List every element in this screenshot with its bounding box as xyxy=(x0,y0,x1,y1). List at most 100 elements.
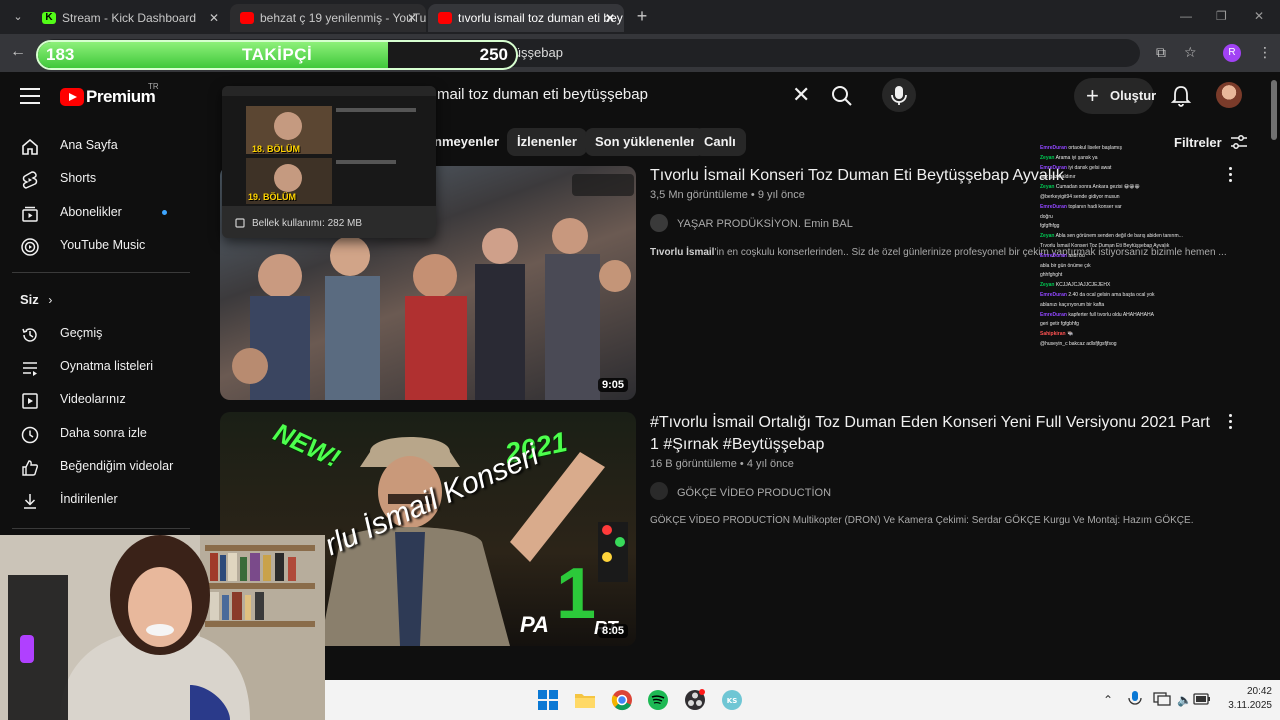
microphone-tray-icon[interactable] xyxy=(1127,690,1143,708)
chat-text: abla bir gün önüme çık xyxy=(1040,262,1091,269)
chip-live[interactable]: Canlı xyxy=(694,128,746,156)
channel-name[interactable]: GÖKÇE VİDEO PRODUCTİON xyxy=(677,487,831,499)
file-explorer-icon[interactable] xyxy=(574,689,596,711)
chip-recently-uploaded[interactable]: Son yüklenenler xyxy=(585,128,706,156)
chip-unwatched[interactable]: nmeyenler xyxy=(430,128,509,156)
tab-preview-screenshot: 18. BÖLÜM 19. BÖLÜM xyxy=(222,86,436,206)
chat-message: Zeyan Arama iyi şansk ya xyxy=(1040,155,1098,161)
network-icon[interactable] xyxy=(1153,691,1171,707)
sidebar-item-your-videos[interactable]: Videolarınız xyxy=(12,383,202,417)
chat-text: Arama iyi şansk ya xyxy=(1055,154,1098,161)
close-window-icon[interactable]: ✕ xyxy=(1254,9,1264,23)
chat-message: geri getir fgfgbhfg xyxy=(1040,321,1079,327)
sidebar-item-home[interactable]: Ana Sayfa xyxy=(12,129,202,163)
taskbar-clock[interactable]: 20:42 3.11.2025 xyxy=(1228,685,1272,713)
sidebar-divider xyxy=(12,272,190,273)
chat-username: EmreDuran xyxy=(1040,292,1067,298)
chip-watched[interactable]: İzlenenler xyxy=(507,128,587,156)
back-arrow-icon[interactable]: ← xyxy=(10,43,26,61)
clear-search-icon[interactable]: ✕ xyxy=(792,82,810,108)
browser-menu-icon[interactable]: ⋮ xyxy=(1258,44,1272,61)
tab-tivorlu-youtube[interactable]: tıvorlu ismail toz duman eti bey ✕ xyxy=(428,4,624,32)
chat-text: Cumadan sonra Ankara gezisi 😀😀😀 xyxy=(1055,184,1140,191)
minimize-icon[interactable]: — xyxy=(1180,9,1192,23)
chat-text: toplanın hadi konser var xyxy=(1068,203,1122,210)
filters-button[interactable]: Filtreler xyxy=(1174,135,1248,150)
scrollbar-thumb[interactable] xyxy=(1271,80,1277,140)
chrome-icon[interactable] xyxy=(611,689,633,711)
sidebar-item-shorts[interactable]: Shorts xyxy=(12,162,202,196)
bookmark-star-icon[interactable]: ☆ xyxy=(1184,44,1197,61)
sidebar-item-label: Geçmiş xyxy=(60,326,103,340)
sidebar-item-youtube-music[interactable]: YouTube Music xyxy=(12,229,202,263)
search-icon[interactable] xyxy=(830,84,854,108)
logo-text: Premium xyxy=(86,87,156,106)
show-hidden-icons-chevron-icon[interactable]: ⌃ xyxy=(1103,693,1113,707)
channel-avatar[interactable] xyxy=(650,214,668,232)
video-views: 16 B görüntüleme xyxy=(650,458,737,470)
chat-text: Abla sen görünem senden değil de barış a… xyxy=(1055,233,1183,240)
video-title[interactable]: #Tıvorlu İsmail Ortalığı Toz Duman Eden … xyxy=(650,412,1210,456)
sidebar-you-heading[interactable]: Siz › xyxy=(20,292,52,307)
page-scrollbar[interactable] xyxy=(1268,72,1280,680)
user-avatar[interactable] xyxy=(1216,82,1242,108)
chat-message: Tıvorlu İsmail Konseri Toz Duman Eti Bey… xyxy=(1040,243,1169,249)
thumb-text-part: PA xyxy=(520,612,549,637)
sidebar-item-playlists[interactable]: Oynatma listeleri xyxy=(12,350,202,384)
install-app-icon[interactable]: ⧉ xyxy=(1156,44,1166,61)
tab-search-chevron-icon[interactable]: ⌄ xyxy=(8,8,28,26)
maximize-icon[interactable]: ❐ xyxy=(1216,9,1227,23)
sidebar-item-subscriptions[interactable]: Abonelikler xyxy=(12,196,202,230)
chat-username: Zeyan xyxy=(1040,282,1055,289)
video-views: 3,5 Mn görüntüleme xyxy=(650,189,748,201)
obs-studio-icon[interactable] xyxy=(684,689,706,711)
browser-tab-bar: ⌄ K Stream - Kick Dashboard ✕ behzat ç 1… xyxy=(0,0,1280,34)
follower-count: 183 xyxy=(46,45,75,64)
search-input[interactable]: mail toz duman eti beytüşşebap xyxy=(437,86,648,103)
close-tab-icon[interactable]: ✕ xyxy=(404,4,420,32)
more-actions-icon[interactable] xyxy=(1227,167,1233,185)
windows-start-icon[interactable] xyxy=(537,689,559,711)
memory-chip-icon xyxy=(235,218,245,228)
kick-studio-icon[interactable]: KS xyxy=(721,689,743,711)
sidebar-item-label: YouTube Music xyxy=(60,238,146,252)
chat-username: EmreDuran xyxy=(1040,164,1067,171)
sidebar-item-liked-videos[interactable]: Beğendiğim videolar xyxy=(12,450,202,484)
chat-message: EmreDuran kapferter full tıvorlu oldu AH… xyxy=(1040,312,1154,318)
chat-message: abla bir gün önüme çık xyxy=(1040,263,1091,269)
chat-text: fgfgfhfgg xyxy=(1040,223,1060,230)
create-button[interactable]: + Oluştur xyxy=(1074,78,1156,114)
tab-behzat-youtube[interactable]: behzat ç 19 yenilenmiş - YouTube ✕ xyxy=(230,4,426,32)
sidebar-item-label: Oynatma listeleri xyxy=(60,359,154,373)
channel-name[interactable]: YAŞAR PRODÜKSİYON. Emin BAL xyxy=(677,218,853,230)
webcam-feed xyxy=(0,535,325,720)
memory-usage-text: Bellek kullanımı: 282 MB xyxy=(252,218,363,229)
volume-icon[interactable]: 🔈 xyxy=(1177,693,1192,707)
close-tab-icon[interactable]: ✕ xyxy=(602,4,618,32)
tab-kick-dashboard[interactable]: K Stream - Kick Dashboard ✕ xyxy=(32,4,228,32)
close-tab-icon[interactable]: ✕ xyxy=(206,4,222,32)
sidebar: Ana Sayfa Shorts Abonelikler YouTube Mus… xyxy=(0,122,212,542)
new-tab-plus-icon[interactable]: + xyxy=(632,7,652,27)
voice-search-button[interactable] xyxy=(882,78,916,112)
sidebar-item-downloads[interactable]: İndirilenler xyxy=(12,483,202,517)
channel-avatar[interactable] xyxy=(650,482,668,500)
spotify-icon[interactable] xyxy=(647,689,669,711)
plus-icon: + xyxy=(1086,83,1099,108)
chat-text: KCJJAJCJAJJCJEJEHX xyxy=(1055,282,1111,289)
hamburger-menu-icon[interactable] xyxy=(20,88,40,104)
profile-avatar[interactable]: R xyxy=(1223,44,1241,62)
chat-message: ablanızı kaçırıyorum bir kafta xyxy=(1040,302,1104,308)
playlists-icon xyxy=(23,362,37,376)
chat-text: kapferter full tıvorlu oldu AHAHAHAHA xyxy=(1068,311,1154,318)
sidebar-item-label: Shorts xyxy=(60,171,97,185)
chat-text: 🐃 xyxy=(1066,331,1074,338)
more-actions-icon[interactable] xyxy=(1227,414,1233,432)
clock-date: 3.11.2025 xyxy=(1228,700,1272,711)
battery-icon[interactable] xyxy=(1193,692,1211,706)
sidebar-item-watch-later[interactable]: Daha sonra izle xyxy=(12,417,202,451)
chat-text: geri getir fgfgbhfg xyxy=(1040,321,1079,328)
filter-sliders-icon xyxy=(1231,135,1248,149)
notifications-bell-icon[interactable] xyxy=(1170,84,1192,108)
sidebar-item-history[interactable]: Geçmiş xyxy=(12,317,202,351)
